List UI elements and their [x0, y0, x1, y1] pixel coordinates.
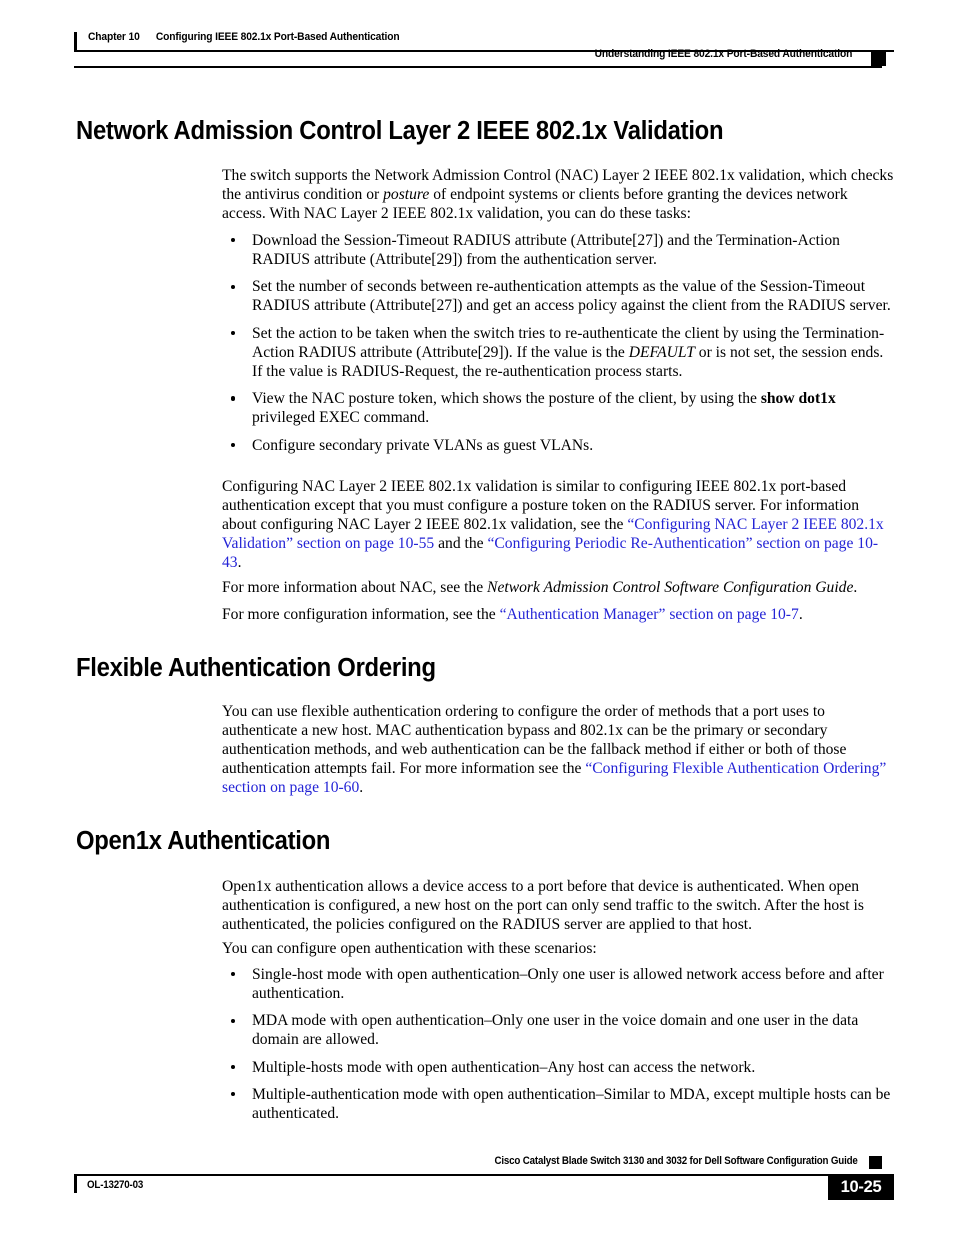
text-run: and the [434, 535, 488, 553]
footer-rule [74, 1174, 894, 1176]
list-item: Configure secondary private VLANs as gue… [222, 436, 894, 455]
bullet-icon [231, 396, 236, 401]
cross-reference-link[interactable]: “Authentication Manager” section on page… [500, 606, 799, 623]
text-run: . [853, 579, 858, 596]
list-item-text: View the NAC posture token, which shows … [252, 390, 836, 426]
list-item: Multiple-authentication mode with open a… [222, 1085, 894, 1123]
text-run: For more configuration information, see … [222, 606, 500, 623]
footer-square-marker [869, 1156, 882, 1169]
page-number-badge: 10-25 [828, 1176, 894, 1200]
running-head-rule [74, 66, 882, 68]
paragraph-authentication-manager-reference: For more configuration information, see … [222, 605, 894, 624]
text-run: For more information about NAC, see the [222, 579, 488, 596]
list-item: Set the action to be taken when the swit… [222, 324, 894, 381]
list-item: Set the number of seconds between re-aut… [222, 277, 894, 315]
page-footer: Cisco Catalyst Blade Switch 3130 and 303… [74, 1155, 894, 1225]
text-run: Single-host mode with open authenticatio… [252, 966, 884, 1003]
bullet-icon [231, 284, 236, 289]
text-run: MDA mode with open authentication–Only o… [252, 1012, 859, 1049]
list-item-text: Set the number of seconds between re-aut… [252, 278, 891, 314]
list-open1x-scenarios: Single-host mode with open authenticatio… [222, 965, 894, 1123]
paragraph-nac-cross-references: Configuring NAC Layer 2 IEEE 802.1x vali… [222, 477, 894, 572]
paragraph-flexible-authentication-ordering: You can use flexible authentication orde… [222, 702, 894, 797]
nac-intro-italic: posture [383, 186, 430, 204]
text-run: View the NAC posture token, which shows … [252, 390, 761, 408]
bullet-icon [231, 1018, 236, 1023]
chapter-header-text: Chapter 10 Configuring IEEE 802.1x Port-B… [88, 31, 400, 43]
text-run: . [237, 554, 242, 572]
bullet-icon [231, 238, 236, 243]
bold-run: show dot1x [760, 390, 836, 408]
italic-run: DEFAULT [628, 343, 695, 361]
list-item: MDA mode with open authentication–Only o… [222, 1011, 894, 1049]
text-run: Set the number of seconds between re-aut… [252, 278, 891, 315]
chapter-title: Configuring IEEE 802.1x Port-Based Authe… [155, 31, 400, 43]
header-square-marker [871, 51, 886, 66]
heading-flexible-authentication-ordering: Flexible Authentication Ordering [76, 654, 436, 682]
list-item: Single-host mode with open authenticatio… [222, 965, 894, 1003]
list-item: View the NAC posture token, which shows … [222, 389, 894, 427]
text-run: Multiple-hosts mode with open authentica… [252, 1058, 756, 1076]
heading-open1x-authentication: Open1x Authentication [76, 827, 331, 855]
footer-guide-title: Cisco Catalyst Blade Switch 3130 and 303… [494, 1155, 858, 1167]
bullet-icon [231, 1092, 236, 1097]
footer-left-tick [74, 1176, 78, 1193]
bullet-icon [231, 330, 236, 336]
list-item: Download the Session-Timeout RADIUS attr… [222, 231, 894, 269]
document-page: Chapter 10 Configuring IEEE 802.1x Port-B… [0, 0, 954, 1235]
list-nac-tasks: Download the Session-Timeout RADIUS attr… [222, 231, 894, 455]
text-run: . [798, 606, 803, 623]
chapter-label: Chapter 10 [88, 31, 140, 43]
list-item: Multiple-hosts mode with open authentica… [222, 1058, 894, 1077]
list-item-text: Download the Session-Timeout RADIUS attr… [252, 232, 840, 268]
list-item-text: Multiple-hosts mode with open authentica… [252, 1059, 755, 1076]
bullet-icon [231, 1064, 236, 1070]
footer-document-id: OL-13270-03 [87, 1179, 144, 1191]
paragraph-nac-intro: The switch supports the Network Admissio… [222, 166, 894, 223]
list-item-text: Multiple-authentication mode with open a… [252, 1086, 890, 1122]
text-run: . [359, 779, 364, 797]
running-head-text: Understanding IEEE 802.1x Port-Based Aut… [594, 48, 852, 60]
italic-run: Network Admission Control Software Confi… [487, 579, 854, 596]
text-run: Multiple-authentication mode with open a… [252, 1086, 891, 1123]
bullet-icon [231, 972, 236, 977]
section-running-head: Understanding IEEE 802.1x Port-Based Aut… [74, 47, 894, 71]
text-run: Configure secondary private VLANs as gue… [252, 436, 594, 454]
paragraph-nac-guide-reference: For more information about NAC, see the … [222, 578, 894, 597]
list-item-text: Single-host mode with open authenticatio… [252, 966, 884, 1002]
text-run: privileged EXEC command. [252, 409, 430, 427]
list-item-text: Configure secondary private VLANs as gue… [252, 437, 593, 454]
bullet-icon [231, 442, 236, 447]
list-item-text: MDA mode with open authentication–Only o… [252, 1012, 858, 1048]
heading-nac-layer2-validation: Network Admission Control Layer 2 IEEE 8… [76, 117, 724, 145]
list-item-text: Set the action to be taken when the swit… [252, 325, 884, 380]
paragraph-open1x-scenarios-lead: You can configure open authentication wi… [222, 940, 597, 957]
paragraph-open1x-intro: Open1x authentication allows a device ac… [222, 878, 864, 934]
text-run: Download the Session-Timeout RADIUS attr… [252, 232, 840, 269]
